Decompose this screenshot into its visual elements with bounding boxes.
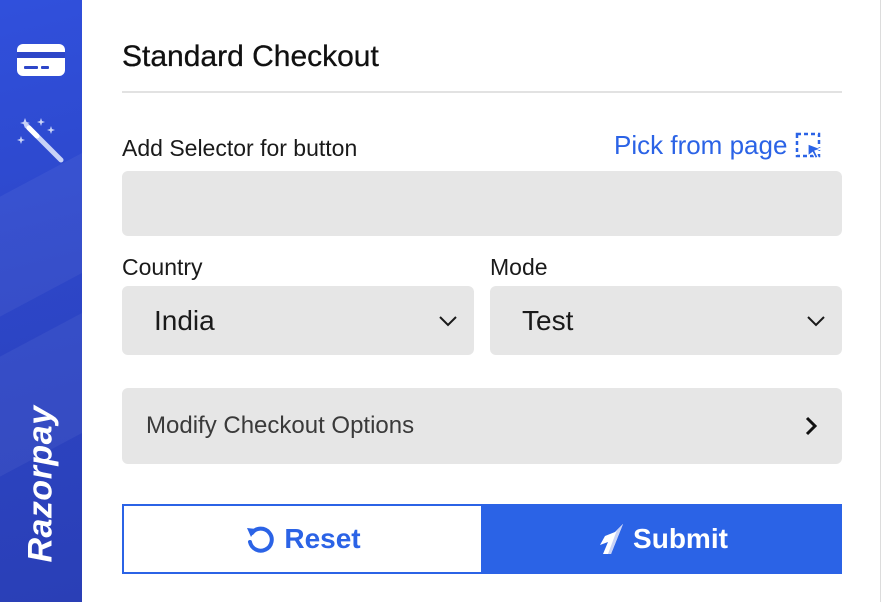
title-divider — [122, 91, 842, 93]
reset-icon — [247, 526, 275, 553]
pick-from-page-label: Pick from page — [614, 130, 788, 160]
country-label: Country — [122, 254, 203, 280]
mode-select[interactable]: Test — [490, 286, 842, 355]
checkout-panel: Standard Checkout Add Selector for butto… — [82, 0, 880, 602]
razorpay-logo: Razorpay — [6, 384, 76, 584]
razorpay-submit-icon — [600, 524, 624, 554]
pick-from-page-button[interactable]: Pick from page — [614, 130, 824, 161]
submit-label: Submit — [633, 523, 728, 554]
mode-value: Test — [522, 304, 574, 336]
reset-label: Reset — [284, 523, 361, 554]
magic-wand-icon[interactable] — [15, 118, 67, 163]
brand-name: Razorpay — [21, 405, 60, 563]
select-element-icon — [796, 132, 824, 159]
selector-label: Add Selector for button — [122, 135, 358, 161]
country-select[interactable]: India — [122, 286, 474, 355]
credit-card-icon[interactable] — [15, 40, 67, 80]
chevron-down-icon — [439, 315, 457, 326]
page-title: Standard Checkout — [122, 40, 379, 73]
country-value: India — [154, 304, 215, 336]
mode-label: Mode — [490, 254, 548, 280]
chevron-down-icon — [807, 315, 825, 326]
selector-input[interactable] — [122, 171, 842, 236]
modify-checkout-options-button[interactable]: Modify Checkout Options — [122, 388, 842, 464]
sidebar: Razorpay — [0, 0, 82, 602]
submit-button[interactable]: Submit — [483, 504, 842, 574]
window-edge — [880, 0, 884, 602]
chevron-right-icon — [805, 416, 818, 436]
reset-button[interactable]: Reset — [122, 504, 483, 574]
modify-checkout-options-label: Modify Checkout Options — [146, 412, 415, 439]
